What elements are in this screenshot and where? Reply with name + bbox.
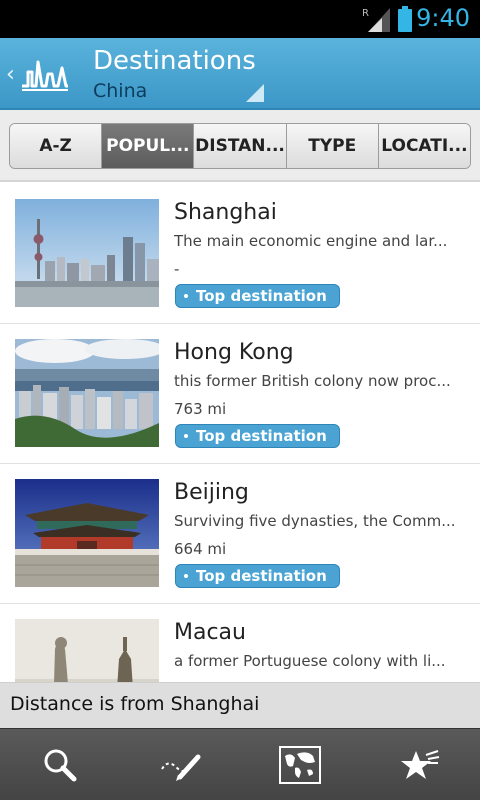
destination-description: this former British colony now proc...: [174, 372, 451, 390]
list-item-shanghai[interactable]: Shanghai The main economic engine and la…: [0, 184, 480, 324]
tab-a-z[interactable]: A-Z: [10, 124, 103, 168]
favorites-star-icon: [401, 749, 440, 779]
top-destination-badge: Top destination: [175, 284, 340, 308]
hong-kong-photo: [15, 339, 159, 447]
signal-icon: R: [362, 8, 390, 32]
destination-description: Surviving five dynasties, the Comm...: [174, 512, 456, 530]
bottom-nav: [0, 728, 480, 800]
destination-description: The main economic engine and lar...: [174, 232, 448, 250]
destination-description: a former Portuguese colony with li...: [174, 652, 446, 670]
sort-tabs: A-Z POPUL... DISTAN... TYPE LOCATI...: [9, 123, 471, 169]
sketch-pencil-icon: [161, 754, 201, 781]
list-item-macau[interactable]: Macau a former Portuguese colony with li…: [0, 604, 480, 682]
favorites-button[interactable]: [360, 729, 480, 800]
roaming-indicator: R: [362, 8, 369, 19]
back-chevron-icon[interactable]: ‹: [6, 62, 15, 87]
badge-dot-icon: [184, 294, 188, 298]
tab-distance[interactable]: DISTAN...: [194, 124, 287, 168]
world-map-icon: [279, 745, 321, 784]
list-item-beijing[interactable]: Beijing Surviving five dynasties, the Co…: [0, 464, 480, 604]
spinner-dropdown-icon[interactable]: [244, 82, 264, 102]
tab-type[interactable]: TYPE: [286, 124, 379, 168]
tab-location[interactable]: LOCATI...: [378, 124, 470, 168]
destination-distance: 664 mi: [174, 540, 227, 558]
destination-name: Macau: [174, 620, 246, 645]
map-button[interactable]: [240, 729, 360, 800]
beijing-photo: [15, 479, 159, 587]
search-button[interactable]: [0, 729, 120, 800]
badge-dot-icon: [184, 574, 188, 578]
search-icon: [44, 749, 77, 781]
destination-name: Hong Kong: [174, 340, 294, 365]
top-destination-badge: Top destination: [175, 424, 340, 448]
page-title: Destinations: [93, 46, 256, 76]
list-item-hong-kong[interactable]: Hong Kong this former British colony now…: [0, 324, 480, 464]
tab-popular[interactable]: POPUL...: [102, 124, 195, 168]
app-logo-icon[interactable]: [20, 52, 70, 96]
destination-name: Shanghai: [174, 200, 277, 225]
status-bar: R 9:40: [0, 0, 480, 38]
destination-distance: 763 mi: [174, 400, 227, 418]
status-time: 9:40: [416, 4, 470, 32]
destination-distance: -: [174, 260, 180, 278]
top-destination-badge: Top destination: [175, 564, 340, 588]
shanghai-photo: [15, 199, 159, 307]
sketch-button[interactable]: [120, 729, 240, 800]
destination-name: Beijing: [174, 480, 249, 505]
distance-note-text: Distance is from Shanghai: [10, 693, 260, 715]
distance-note: Distance is from Shanghai: [0, 682, 480, 728]
app-bar: ‹ Destinations China: [0, 38, 480, 110]
sort-tabs-bar: A-Z POPUL... DISTAN... TYPE LOCATI...: [0, 110, 480, 182]
battery-icon: [398, 6, 412, 32]
destination-list[interactable]: Shanghai The main economic engine and la…: [0, 184, 480, 682]
macau-photo: [15, 619, 159, 682]
badge-dot-icon: [184, 434, 188, 438]
country-spinner-label[interactable]: China: [93, 80, 147, 102]
